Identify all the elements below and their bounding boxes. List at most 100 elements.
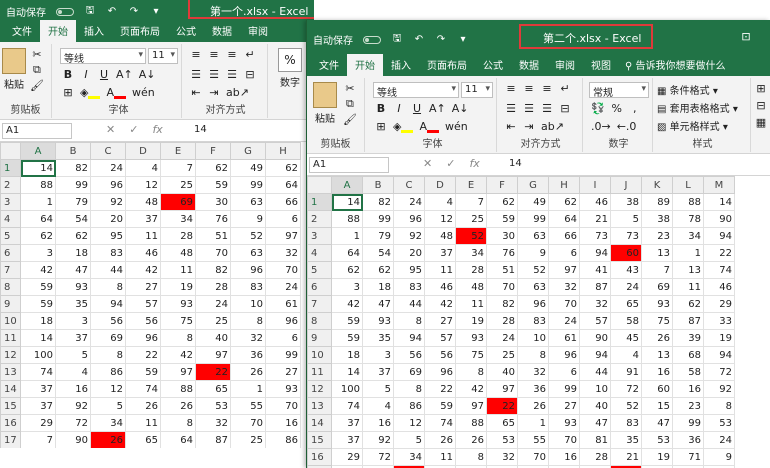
grid-cell[interactable]: 37 xyxy=(332,432,363,449)
increase-indent-icon[interactable]: ⇥ xyxy=(208,86,220,99)
grid-cell[interactable]: 100 xyxy=(332,381,363,398)
grid-cell[interactable]: 53 xyxy=(704,415,735,432)
row-header[interactable]: 2 xyxy=(1,177,21,194)
grid-cell[interactable]: 45 xyxy=(611,330,642,347)
grid-cell[interactable]: 32 xyxy=(487,449,518,466)
grid-cell[interactable]: 53 xyxy=(487,432,518,449)
grid-cell[interactable]: 95 xyxy=(91,228,126,245)
grid-cell[interactable]: 32 xyxy=(549,279,580,296)
grid-cell[interactable]: 60 xyxy=(642,381,673,398)
column-header[interactable]: D xyxy=(126,143,161,160)
grid-cell[interactable]: 8 xyxy=(161,415,196,432)
grid-cell[interactable]: 63 xyxy=(518,228,549,245)
row-header[interactable]: 8 xyxy=(1,279,21,296)
grid-cell[interactable]: 28 xyxy=(487,313,518,330)
grid-cell[interactable]: 90 xyxy=(580,330,611,347)
grid-cell[interactable]: 25 xyxy=(196,313,231,330)
tab-insert[interactable]: 插入 xyxy=(76,19,112,42)
grid-cell[interactable]: 20 xyxy=(394,245,425,262)
grid-cell[interactable]: 99 xyxy=(231,177,266,194)
grid-cell[interactable]: 8 xyxy=(456,364,487,381)
tab-data[interactable]: 数据 xyxy=(511,53,547,76)
grid-cell[interactable]: 87 xyxy=(580,279,611,296)
grid-cell[interactable]: 83 xyxy=(231,279,266,296)
grid-cell[interactable]: 64 xyxy=(266,177,301,194)
grid-cell[interactable]: 58 xyxy=(611,313,642,330)
font-grow-icon[interactable]: A↑ xyxy=(116,68,133,81)
grid-cell[interactable]: 72 xyxy=(363,449,394,466)
customize-quick-access-icon[interactable]: ▾ xyxy=(457,34,469,45)
grid-cell[interactable]: 48 xyxy=(456,279,487,296)
font-shrink-icon[interactable]: A↓ xyxy=(139,68,156,81)
row-header[interactable]: 4 xyxy=(1,211,21,228)
grid-cell[interactable]: 97 xyxy=(161,364,196,381)
italic-icon[interactable]: I xyxy=(80,68,92,81)
align-top-icon[interactable]: ≡ xyxy=(505,82,517,95)
row-header[interactable]: 7 xyxy=(308,296,332,313)
font-size-combo[interactable]: 11 xyxy=(148,48,178,64)
grid-cell[interactable]: 49 xyxy=(231,160,266,177)
grid-cell[interactable]: 32 xyxy=(518,364,549,381)
align-top-icon[interactable]: ≡ xyxy=(190,48,202,61)
save-icon[interactable]: 🖫 xyxy=(391,31,403,48)
row-header[interactable]: 12 xyxy=(308,381,332,398)
tell-me-box[interactable]: ⚲ 告诉我你想要做什么 xyxy=(619,53,732,76)
grid-cell[interactable]: 3 xyxy=(56,313,91,330)
row-header[interactable]: 11 xyxy=(1,330,21,347)
decrease-indent-icon[interactable]: ⇤ xyxy=(190,86,202,99)
grid-cell[interactable]: 44 xyxy=(91,262,126,279)
grid-cell[interactable]: 18 xyxy=(21,313,56,330)
align-middle-icon[interactable]: ≡ xyxy=(208,48,220,61)
grid-cell[interactable]: 94 xyxy=(91,296,126,313)
grid-cell[interactable]: 26 xyxy=(642,330,673,347)
enter-icon[interactable]: ✓ xyxy=(446,157,455,170)
grid-cell[interactable]: 61 xyxy=(266,296,301,313)
grid-cell[interactable]: 22 xyxy=(704,245,735,262)
column-header[interactable]: F xyxy=(196,143,231,160)
grid-cell[interactable]: 11 xyxy=(126,228,161,245)
format-as-table-button[interactable]: ▤ 套用表格格式 ▾ xyxy=(657,100,738,115)
grid-cell[interactable]: 4 xyxy=(611,347,642,364)
grid-cell[interactable]: 74 xyxy=(425,415,456,432)
grid-cell[interactable]: 14 xyxy=(332,194,363,211)
grid-cell[interactable]: 79 xyxy=(363,228,394,245)
grid-cell[interactable]: 40 xyxy=(487,364,518,381)
grid-cell[interactable]: 33 xyxy=(704,313,735,330)
font-name-combo[interactable]: 等线 xyxy=(60,48,146,64)
grid-cell[interactable]: 53 xyxy=(196,398,231,415)
border-icon[interactable]: ⊞ xyxy=(62,86,74,99)
column-header[interactable]: G xyxy=(518,177,549,194)
grid-cell[interactable]: 70 xyxy=(266,398,301,415)
row-header[interactable]: 6 xyxy=(308,279,332,296)
grid-cell[interactable]: 64 xyxy=(332,245,363,262)
grid-cell[interactable]: 65 xyxy=(487,415,518,432)
cut-icon[interactable]: ✂ xyxy=(30,48,44,61)
grid-cell[interactable]: 11 xyxy=(161,262,196,279)
grid-cell[interactable]: 46 xyxy=(704,279,735,296)
grid-cell[interactable]: 51 xyxy=(196,228,231,245)
grid-cell[interactable]: 24 xyxy=(91,160,126,177)
grid-cell[interactable]: 59 xyxy=(425,398,456,415)
grid-cell[interactable]: 72 xyxy=(56,415,91,432)
conditional-format-button[interactable]: ▦ 条件格式 ▾ xyxy=(657,82,718,97)
grid-cell[interactable]: 55 xyxy=(518,432,549,449)
grid-cell[interactable]: 41 xyxy=(580,262,611,279)
font-name-combo[interactable]: 等线 xyxy=(373,82,459,98)
row-header[interactable]: 1 xyxy=(308,194,332,211)
paste-button[interactable]: 粘贴 xyxy=(313,82,337,125)
grid-cell[interactable]: 47 xyxy=(363,296,394,313)
grid-cell[interactable]: 63 xyxy=(231,194,266,211)
column-header[interactable]: G xyxy=(231,143,266,160)
grid-cell[interactable]: 96 xyxy=(266,313,301,330)
column-header[interactable]: H xyxy=(266,143,301,160)
grid-cell[interactable]: 8 xyxy=(231,313,266,330)
grid-cell[interactable]: 11 xyxy=(425,449,456,466)
grid-cell[interactable]: 94 xyxy=(580,347,611,364)
align-center-icon[interactable]: ☰ xyxy=(523,102,535,115)
grid-cell[interactable]: 15 xyxy=(642,398,673,415)
grid-cell[interactable]: 78 xyxy=(673,211,704,228)
undo-icon[interactable]: ↶ xyxy=(106,6,118,17)
tab-data[interactable]: 数据 xyxy=(204,19,240,42)
grid-cell[interactable]: 96 xyxy=(549,347,580,364)
phonetic-label[interactable]: wén xyxy=(132,86,155,99)
